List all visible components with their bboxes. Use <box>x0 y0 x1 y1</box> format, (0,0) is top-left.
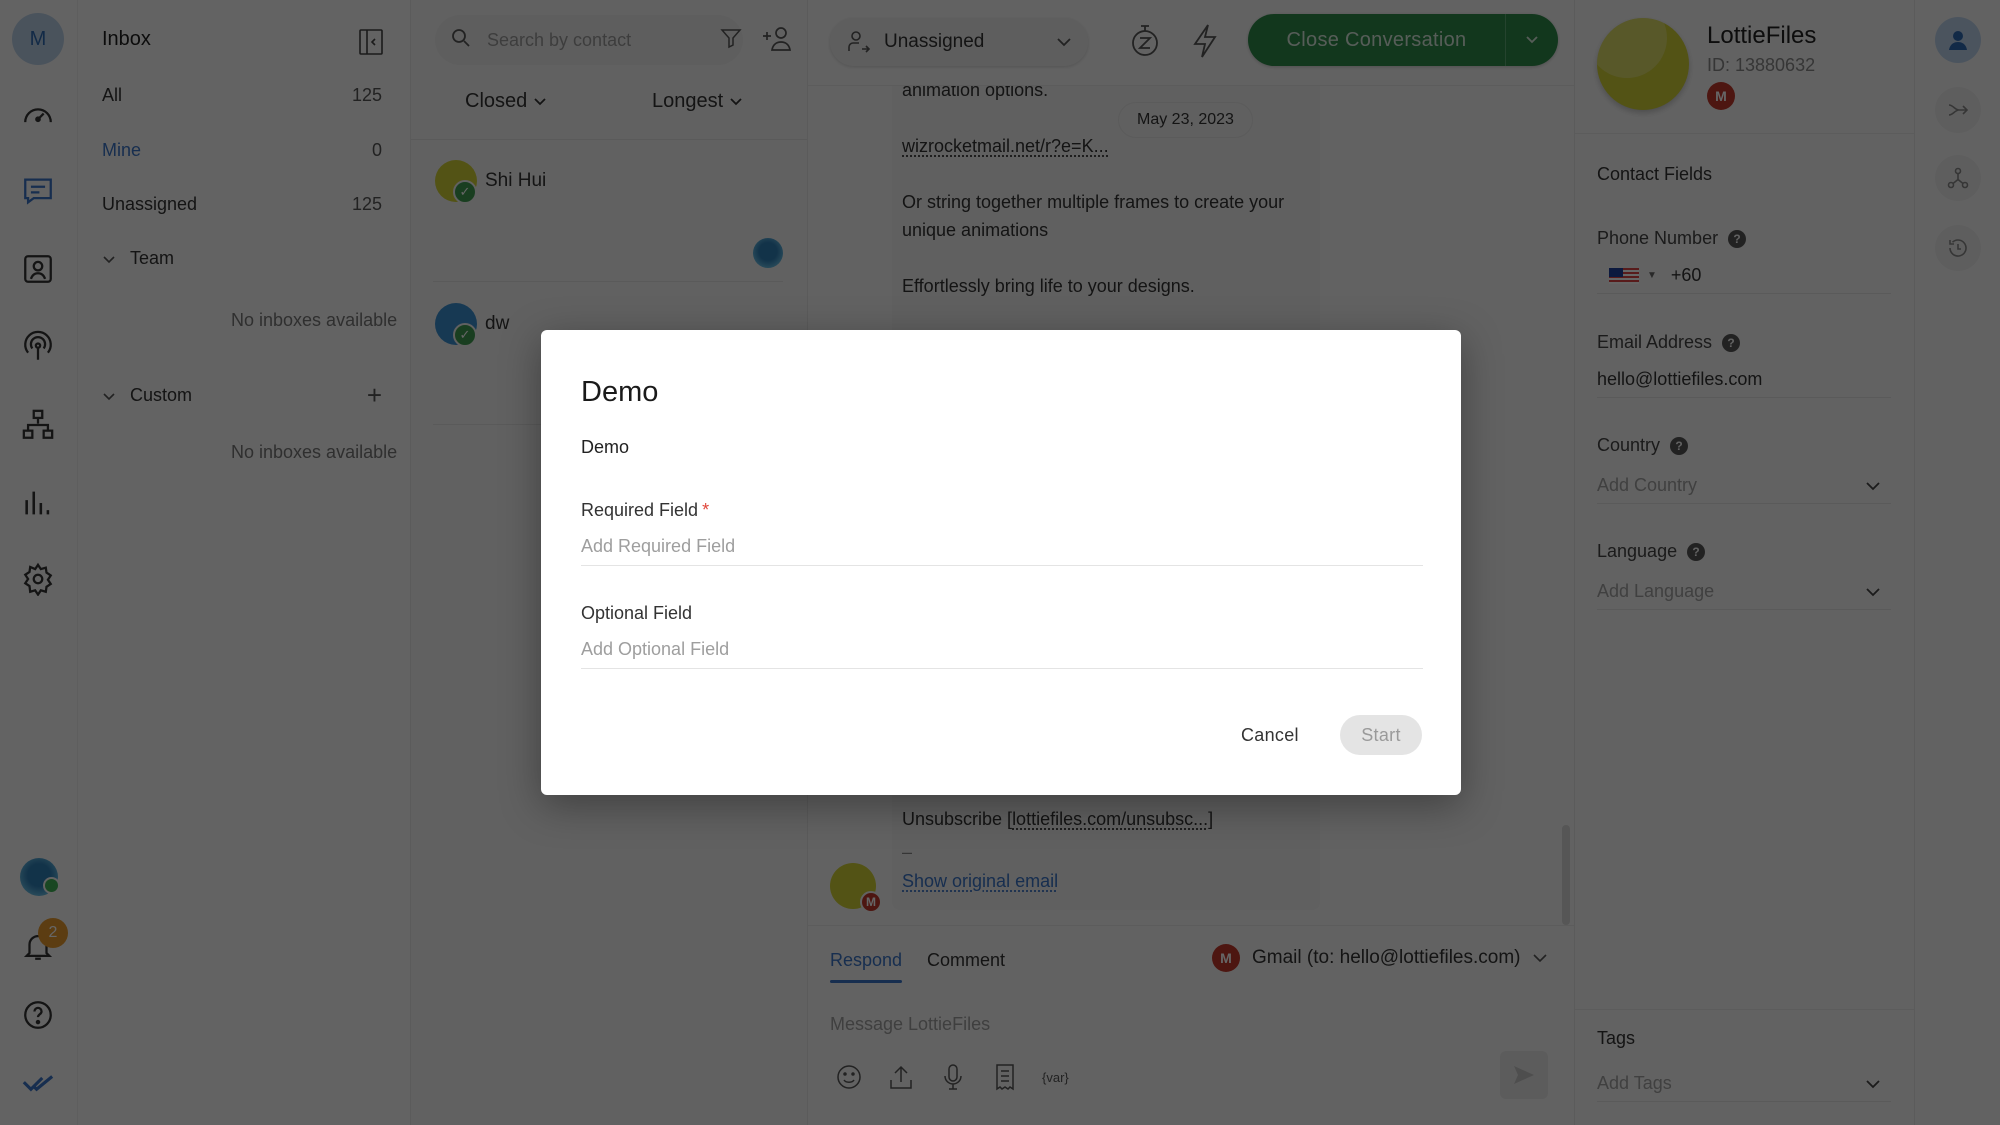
required-field-label: Required Field * <box>581 500 709 521</box>
cancel-button[interactable]: Cancel <box>1241 715 1299 755</box>
demo-dialog: Demo Demo Required Field* Optional Field… <box>541 330 1461 795</box>
required-label-text: Required Field <box>581 500 699 520</box>
required-field-input[interactable] <box>581 528 1423 566</box>
optional-field-input[interactable] <box>581 631 1423 669</box>
required-asterisk: * <box>702 500 710 520</box>
dialog-title: Demo <box>581 376 659 408</box>
dialog-description: Demo <box>581 437 630 457</box>
optional-field-label: Optional Field <box>581 603 693 623</box>
start-button[interactable]: Start <box>1340 715 1422 755</box>
